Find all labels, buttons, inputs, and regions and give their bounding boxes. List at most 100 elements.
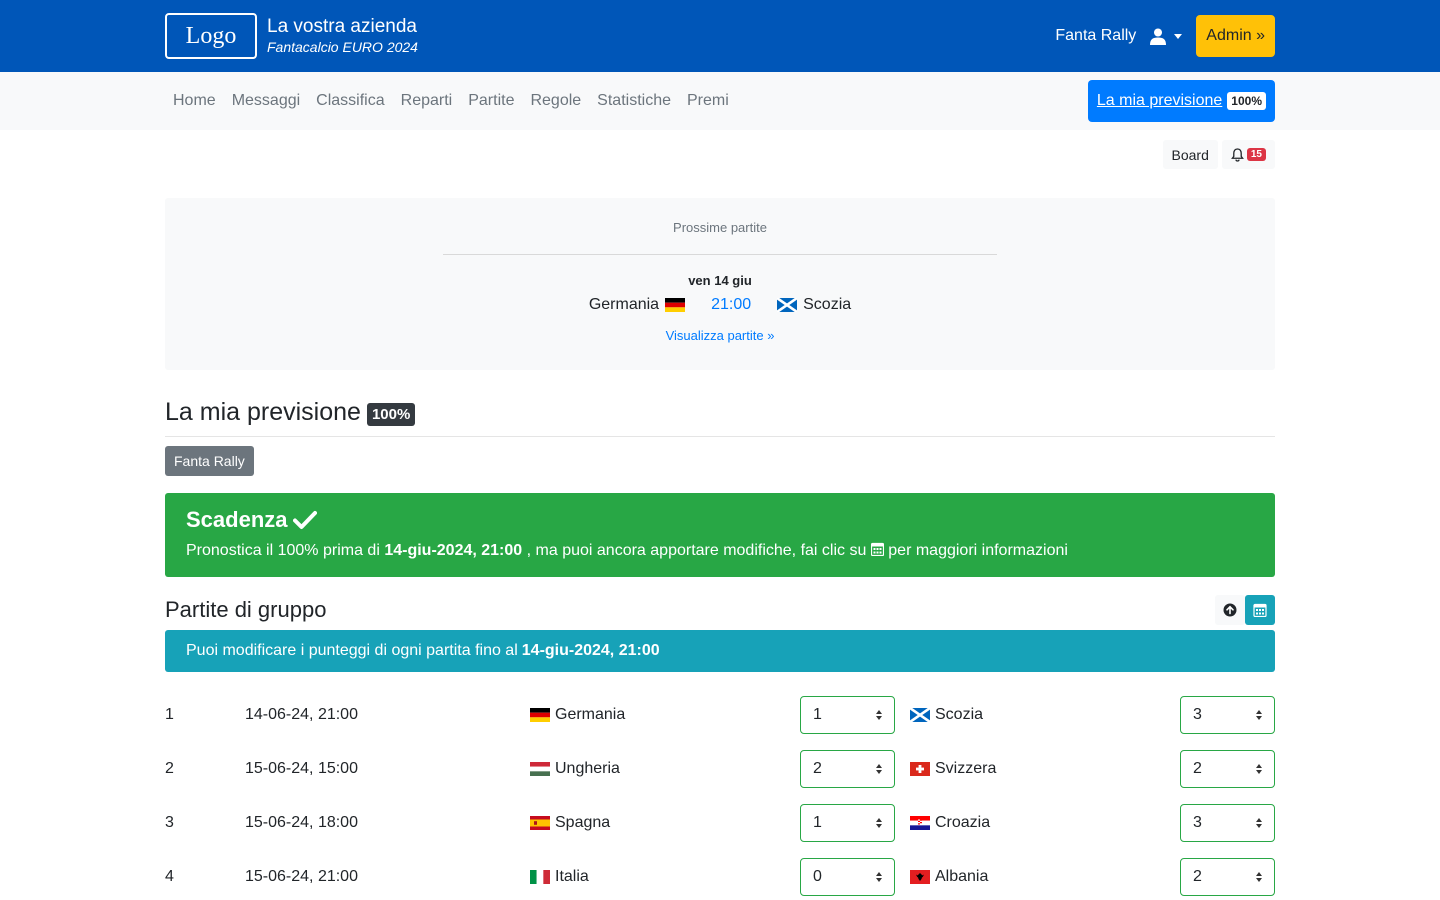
away-score-select[interactable]: 3 bbox=[1180, 804, 1275, 842]
prediction-percent-badge: 100% bbox=[1227, 92, 1266, 110]
switzerland-flag-icon bbox=[910, 762, 930, 776]
croatia-flag-icon bbox=[910, 816, 930, 830]
away-score-select[interactable]: 3 bbox=[1180, 696, 1275, 734]
away-score-value: 3 bbox=[1193, 706, 1202, 723]
main-nav: Home Messaggi Classifica Reparti Partite… bbox=[0, 72, 1440, 130]
logo[interactable]: Logo bbox=[165, 13, 257, 59]
app-subtitle: Fantacalcio EURO 2024 bbox=[267, 38, 418, 55]
upcoming-match: Germania 21:00 Scozia bbox=[165, 296, 1275, 314]
select-arrows-icon bbox=[1256, 818, 1262, 828]
away-team: Albania bbox=[935, 868, 989, 885]
deadline-alert: Scadenza Pronostica il 100% prima di 14-… bbox=[165, 493, 1275, 577]
chevron-down-icon bbox=[1174, 33, 1183, 39]
nav-partite[interactable]: Partite bbox=[460, 92, 522, 110]
match-date: 15-06-24, 18:00 bbox=[245, 814, 358, 831]
check-icon bbox=[292, 511, 317, 529]
brand: La vostra azienda Fantacalcio EURO 2024 bbox=[267, 15, 418, 55]
upcoming-heading: Prossime partite bbox=[673, 220, 767, 235]
home-team: Italia bbox=[555, 868, 589, 885]
select-arrows-icon bbox=[876, 872, 882, 882]
home-team: Ungheria bbox=[555, 760, 620, 777]
home-team: Spagna bbox=[555, 814, 611, 831]
bell-icon bbox=[1230, 147, 1244, 162]
table-row: 2 15-06-24, 15:00 Ungheria 2 Svizzera 2 bbox=[165, 742, 1275, 796]
match-number: 2 bbox=[165, 760, 174, 777]
match-number: 3 bbox=[165, 814, 174, 831]
select-arrows-icon bbox=[876, 818, 882, 828]
home-team: Germania bbox=[555, 706, 626, 723]
arrow-up-circle-icon bbox=[1223, 603, 1237, 617]
home-score-select[interactable]: 1 bbox=[800, 696, 895, 734]
away-team: Croazia bbox=[935, 814, 991, 831]
away-team: Svizzera bbox=[935, 760, 997, 777]
home-score-value: 0 bbox=[813, 868, 822, 885]
deadline-text-3: per maggiori informazioni bbox=[888, 542, 1068, 559]
home-score-select[interactable]: 2 bbox=[800, 750, 895, 788]
completion-badge: 100% bbox=[366, 403, 416, 426]
select-arrows-icon bbox=[1256, 872, 1262, 882]
nav-statistiche[interactable]: Statistiche bbox=[589, 92, 679, 110]
edit-info-alert: Puoi modificare i punteggi di ogni parti… bbox=[165, 630, 1275, 672]
home-score-value: 1 bbox=[813, 706, 822, 723]
italy-flag-icon bbox=[530, 870, 550, 884]
nav-premi[interactable]: Premi bbox=[679, 92, 737, 110]
home-score-value: 1 bbox=[813, 814, 822, 831]
user-menu-toggle[interactable] bbox=[1150, 28, 1183, 45]
upcoming-home-team: Germania bbox=[588, 296, 660, 313]
upcoming-away-team: Scozia bbox=[803, 296, 852, 313]
germany-flag-icon bbox=[665, 298, 686, 312]
view-matches-link[interactable]: Visualizza partite » bbox=[165, 328, 1275, 343]
admin-button[interactable]: Admin » bbox=[1196, 15, 1275, 57]
page-title: La mia previsione 100% bbox=[165, 398, 1275, 427]
match-date: 14-06-24, 21:00 bbox=[245, 706, 358, 723]
deadline-text-1: Pronostica il 100% prima di bbox=[186, 542, 380, 559]
deadline-message: Pronostica il 100% prima di 14-giu-2024,… bbox=[186, 542, 1254, 560]
nav-messaggi[interactable]: Messaggi bbox=[224, 92, 308, 110]
away-score-value: 3 bbox=[1193, 814, 1202, 831]
notifications-button[interactable]: 15 bbox=[1221, 140, 1275, 169]
hungary-flag-icon bbox=[530, 762, 550, 776]
scroll-up-button[interactable] bbox=[1215, 595, 1245, 625]
nav-classifica[interactable]: Classifica bbox=[308, 92, 392, 110]
user-icon bbox=[1150, 28, 1167, 45]
section-title: Partite di gruppo bbox=[165, 597, 327, 622]
company-name: La vostra azienda bbox=[267, 15, 417, 37]
away-score-value: 2 bbox=[1193, 868, 1202, 885]
nav-home[interactable]: Home bbox=[165, 92, 224, 110]
calendar-icon bbox=[870, 542, 884, 556]
user-name: Fanta Rally bbox=[1055, 27, 1137, 44]
page-title-text: La mia previsione bbox=[165, 398, 361, 426]
select-arrows-icon bbox=[1256, 764, 1262, 774]
away-score-select[interactable]: 2 bbox=[1180, 858, 1275, 896]
select-arrows-icon bbox=[876, 710, 882, 720]
away-score-select[interactable]: 2 bbox=[1180, 750, 1275, 788]
edit-info-date: 14-giu-2024, 21:00 bbox=[521, 642, 660, 659]
table-row: 3 15-06-24, 18:00 Spagna 1 Croazia 3 bbox=[165, 796, 1275, 850]
germany-flag-icon bbox=[530, 708, 550, 722]
top-bar: Logo La vostra azienda Fantacalcio EURO … bbox=[0, 0, 1440, 72]
select-arrows-icon bbox=[876, 764, 882, 774]
my-prediction-label: La mia previsione bbox=[1096, 92, 1223, 109]
match-number: 1 bbox=[165, 706, 174, 723]
calendar-button[interactable] bbox=[1245, 595, 1275, 625]
divider bbox=[443, 254, 997, 255]
home-score-value: 2 bbox=[813, 760, 822, 777]
spain-flag-icon bbox=[530, 816, 550, 830]
match-date: 15-06-24, 21:00 bbox=[245, 868, 358, 885]
home-score-select[interactable]: 0 bbox=[800, 858, 895, 896]
notification-count-badge: 15 bbox=[1246, 148, 1266, 161]
edit-info-text: Puoi modificare i punteggi di ogni parti… bbox=[186, 642, 518, 659]
scotland-flag-icon bbox=[910, 708, 930, 722]
board-button[interactable]: Board bbox=[1162, 140, 1218, 169]
deadline-text-2: , ma puoi ancora apportare modifiche, fa… bbox=[526, 542, 867, 559]
nav-regole[interactable]: Regole bbox=[522, 92, 589, 110]
away-team: Scozia bbox=[935, 706, 984, 723]
deadline-date: 14-giu-2024, 21:00 bbox=[384, 542, 523, 559]
home-score-select[interactable]: 1 bbox=[800, 804, 895, 842]
table-row: 1 14-06-24, 21:00 Germania 1 Scozia 3 bbox=[165, 688, 1275, 742]
my-prediction-button[interactable]: La mia previsione 100% bbox=[1087, 80, 1275, 122]
upcoming-time[interactable]: 21:00 bbox=[711, 296, 751, 314]
match-list: 1 14-06-24, 21:00 Germania 1 Scozia 3 2 … bbox=[165, 688, 1275, 900]
divider bbox=[165, 436, 1275, 437]
nav-reparti[interactable]: Reparti bbox=[393, 92, 461, 110]
